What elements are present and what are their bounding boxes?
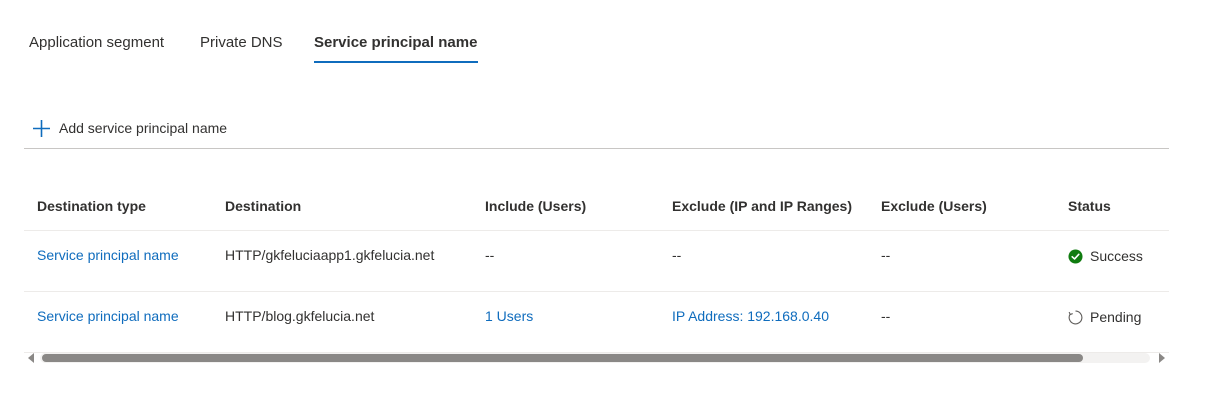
active-tab-indicator [314,61,478,63]
tab-private-dns[interactable]: Private DNS [200,33,283,53]
service-principal-name-table: Destination type Destination Include (Us… [24,180,1169,353]
destination-type-link[interactable]: Service principal name [37,307,179,325]
scroll-right-arrow-icon[interactable] [1159,353,1165,363]
column-header-destination-type[interactable]: Destination type [37,197,146,215]
horizontal-scrollbar[interactable] [24,350,1169,366]
table-row[interactable]: Service principal name HTTP/blog.gkfeluc… [24,292,1169,353]
scrollbar-thumb[interactable] [42,354,1083,362]
tab-bar: Application segment Private DNS Service … [0,0,600,70]
status-badge: Success [1068,247,1143,265]
column-header-exclude-ip[interactable]: Exclude (IP and IP Ranges) [672,197,852,215]
column-header-status[interactable]: Status [1068,197,1111,215]
status-badge: Pending [1068,308,1141,326]
scroll-left-arrow-icon[interactable] [28,353,34,363]
tab-service-principal-name[interactable]: Service principal name [314,33,477,53]
tab-application-segment[interactable]: Application segment [29,33,164,53]
exclude-ip-value: -- [672,247,682,263]
table-row[interactable]: Service principal name HTTP/gkfeluciaapp… [24,231,1169,292]
exclude-users-value: -- [881,308,891,324]
command-bar: Add service principal name [24,112,1169,149]
column-header-exclude-users[interactable]: Exclude (Users) [881,197,987,215]
status-text: Pending [1090,309,1142,325]
exclude-ip-link[interactable]: IP Address: 192.168.0.40 [672,307,829,325]
table-header-row: Destination type Destination Include (Us… [24,180,1169,231]
destination-value: HTTP/gkfeluciaapp1.gkfelucia.net [225,247,435,263]
status-text: Success [1090,248,1143,264]
include-users-link[interactable]: 1 Users [485,307,533,325]
column-header-destination[interactable]: Destination [225,197,301,215]
add-service-principal-name-button[interactable]: Add service principal name [32,116,227,140]
plus-icon [33,119,50,137]
destination-type-link[interactable]: Service principal name [37,246,179,264]
exclude-users-value: -- [881,247,891,263]
add-service-principal-name-label: Add service principal name [59,120,228,136]
pending-circle-icon [1068,310,1083,324]
include-users-value: -- [485,247,495,263]
destination-value: HTTP/blog.gkfelucia.net [225,308,375,324]
column-header-include-users[interactable]: Include (Users) [485,197,586,215]
check-circle-icon [1068,248,1083,264]
